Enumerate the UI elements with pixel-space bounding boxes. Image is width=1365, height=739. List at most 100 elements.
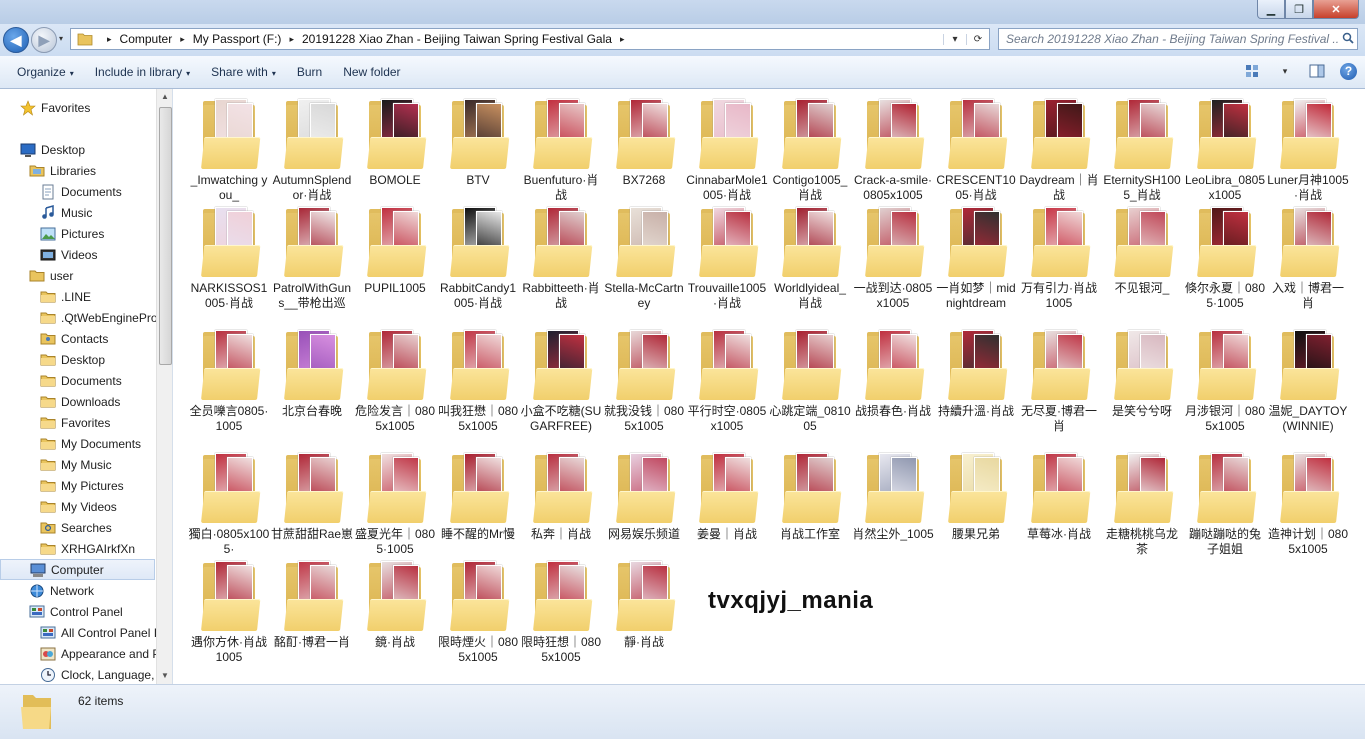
folder-item[interactable]: 草莓冰·肖战 <box>1018 451 1100 542</box>
folder-item[interactable]: BTV <box>437 97 519 188</box>
breadcrumb-separator[interactable]: ▸ <box>99 34 120 45</box>
sidebar-item-control-panel[interactable]: Control Panel <box>0 601 123 622</box>
folder-item[interactable]: 全员嚛言0805·1005 <box>188 328 270 434</box>
folder-item[interactable]: Buenfuturo·肖战 <box>520 97 602 203</box>
sidebar-item-all-control-panel-i[interactable]: All Control Panel I <box>0 622 157 643</box>
folder-item[interactable]: 蹦哒蹦哒的兔子姐姐 <box>1184 451 1266 557</box>
folder-item[interactable]: 甘蔗甜甜Rae崽 <box>271 451 353 542</box>
folder-item[interactable]: 北京台春晚 <box>271 328 353 419</box>
folder-item[interactable]: 鏡·肖战 <box>354 559 436 650</box>
minimize-button[interactable]: ▁ <box>1257 0 1285 19</box>
change-view-icon[interactable] <box>1244 62 1262 80</box>
folder-item[interactable]: 一肖如梦｜midnightdream <box>935 205 1017 311</box>
folder-item[interactable]: 肖战工作室 <box>769 451 851 542</box>
sidebar-item-videos[interactable]: Videos <box>0 244 97 265</box>
recent-pages-dropdown[interactable]: ▾ <box>59 34 63 43</box>
back-button[interactable]: ◀ <box>3 27 29 53</box>
command-include-in-library[interactable]: Include in library ▾ <box>95 65 190 79</box>
folder-item[interactable]: Trouvaille1005·肖战 <box>686 205 768 311</box>
maximize-button[interactable]: ❐ <box>1285 0 1313 19</box>
sidebar-item-libraries[interactable]: Libraries <box>0 160 96 181</box>
sidebar-item-computer[interactable]: Computer <box>0 559 155 580</box>
folder-item[interactable]: 战损春色·肖战 <box>852 328 934 419</box>
search-icon[interactable] <box>1339 32 1357 47</box>
folder-item[interactable]: 走糖桃桃乌龙茶 <box>1101 451 1183 557</box>
folder-item[interactable]: 姜曼｜肖战 <box>686 451 768 542</box>
folder-item[interactable]: 无尽夏·博君一肖 <box>1018 328 1100 434</box>
folder-item[interactable]: 就我没钱｜0805x1005 <box>603 328 685 434</box>
folder-item[interactable]: Worldlyideal_肖战 <box>769 205 851 311</box>
breadcrumb-item[interactable]: My Passport (F:) <box>193 32 282 46</box>
scroll-down-icon[interactable]: ▼ <box>157 668 172 684</box>
folder-item[interactable]: 心跳定端_081005 <box>769 328 851 434</box>
folder-item[interactable]: 叫我狂懋｜0805x1005 <box>437 328 519 434</box>
folder-item[interactable]: 入戏｜博君一肖 <box>1267 205 1349 311</box>
folder-item[interactable]: 腰果兄弟 <box>935 451 1017 542</box>
folder-item[interactable]: 酩酊·博君一肖 <box>271 559 353 650</box>
command-burn[interactable]: Burn <box>297 65 322 79</box>
scrollbar-thumb[interactable] <box>159 107 172 365</box>
folder-item[interactable]: AutumnSplendor·肖战 <box>271 97 353 203</box>
sidebar-item-clock-language[interactable]: Clock, Language, <box>0 664 154 684</box>
help-icon[interactable]: ? <box>1340 62 1357 80</box>
folder-item[interactable]: PUPIL1005 <box>354 205 436 296</box>
sidebar-item-line[interactable]: .LINE <box>0 286 91 307</box>
breadcrumb-item[interactable]: Computer <box>120 32 173 46</box>
folder-item[interactable]: NARKISSOS1005·肖战 <box>188 205 270 311</box>
breadcrumb-separator[interactable]: ▸ <box>180 34 185 45</box>
folder-item[interactable]: 倏尔永夏｜0805·1005 <box>1184 205 1266 311</box>
navigation-scrollbar[interactable]: ▲ ▼ <box>156 89 172 684</box>
close-button[interactable]: ✕ <box>1313 0 1359 19</box>
folder-item[interactable]: 温妮_DAYTOY(WINNIE) <box>1267 328 1349 434</box>
sidebar-item-network[interactable]: Network <box>0 580 94 601</box>
folder-item[interactable]: Rabbitteeth·肖战 <box>520 205 602 311</box>
sidebar-item-my-videos[interactable]: My Videos <box>0 496 117 517</box>
sidebar-item-documents[interactable]: Documents <box>0 181 122 202</box>
folder-item[interactable]: Luner月神1005·肖战 <box>1267 97 1349 203</box>
folder-item[interactable]: CinnabarMole1005·肖战 <box>686 97 768 203</box>
folder-item[interactable]: 是笑兮兮呀 <box>1101 328 1183 419</box>
folder-item[interactable]: 獨白·0805x1005· <box>188 451 270 557</box>
breadcrumb-separator[interactable]: ▸ <box>620 34 625 45</box>
sidebar-item-user[interactable]: user <box>0 265 73 286</box>
folder-item[interactable]: 限時煙火｜0805x1005 <box>437 559 519 665</box>
folder-item[interactable]: 造神计划｜0805x1005 <box>1267 451 1349 557</box>
folder-item[interactable]: Crack-a-smile·0805x1005 <box>852 97 934 203</box>
folder-item[interactable]: 月涉银河｜0805x1005 <box>1184 328 1266 434</box>
folder-item[interactable]: 网易娱乐频道 <box>603 451 685 542</box>
sidebar-item-appearance-and-p[interactable]: Appearance and P <box>0 643 160 664</box>
address-bar[interactable]: ▸ Computer ▸ My Passport (F:) ▸ 20191228 Xia… <box>70 28 990 50</box>
folder-item[interactable]: 私奔｜肖战 <box>520 451 602 542</box>
folder-item[interactable]: CRESCENT1005·肖战 <box>935 97 1017 203</box>
breadcrumb-separator[interactable]: ▸ <box>289 34 294 45</box>
scroll-up-icon[interactable]: ▲ <box>157 89 172 105</box>
sidebar-item-my-documents[interactable]: My Documents <box>0 433 141 454</box>
sidebar-item-pictures[interactable]: Pictures <box>0 223 104 244</box>
folder-item[interactable]: 限時狂想｜0805x1005 <box>520 559 602 665</box>
refresh-button[interactable]: ⟳ <box>966 33 989 45</box>
sidebar-item-downloads[interactable]: Downloads <box>0 391 120 412</box>
sidebar-item-documents[interactable]: Documents <box>0 370 122 391</box>
folder-item[interactable]: 危险发言｜0805x1005 <box>354 328 436 434</box>
sidebar-item-desktop[interactable]: Desktop <box>0 139 85 160</box>
folder-item[interactable]: _Imwatching you_ <box>188 97 270 203</box>
command-share-with[interactable]: Share with ▾ <box>211 65 276 79</box>
sidebar-item-desktop[interactable]: Desktop <box>0 349 105 370</box>
sidebar-item-qtwebenginepro[interactable]: .QtWebEnginePro <box>0 307 158 328</box>
folder-item[interactable]: Contigo1005_肖战 <box>769 97 851 203</box>
folder-item[interactable]: 靜·肖战 <box>603 559 685 650</box>
folder-item[interactable]: EternitySH1005_肖战 <box>1101 97 1183 203</box>
folder-item[interactable]: 盛夏光年｜0805·1005 <box>354 451 436 557</box>
search-box[interactable]: Search 20191228 Xiao Zhan - Beijing Taiw… <box>998 28 1358 50</box>
address-dropdown-button[interactable]: ▾ <box>943 33 966 45</box>
breadcrumb-item[interactable]: 20191228 Xiao Zhan - Beijing Taiwan Spri… <box>302 32 612 46</box>
folder-item[interactable]: 万有引力·肖战1005 <box>1018 205 1100 311</box>
sidebar-item-my-music[interactable]: My Music <box>0 454 112 475</box>
folder-item[interactable]: 不见银河_ <box>1101 205 1183 296</box>
folder-item[interactable]: RabbitCandy1005·肖战 <box>437 205 519 311</box>
folder-item[interactable]: BOMOLE <box>354 97 436 188</box>
folder-item[interactable]: Daydream｜肖战 <box>1018 97 1100 203</box>
search-input[interactable]: Search 20191228 Xiao Zhan - Beijing Taiw… <box>999 32 1339 46</box>
folder-item[interactable]: 睡不醒的Mr慢 <box>437 451 519 542</box>
sidebar-item-xrhgairkfxn[interactable]: XRHGAIrkfXn <box>0 538 135 559</box>
